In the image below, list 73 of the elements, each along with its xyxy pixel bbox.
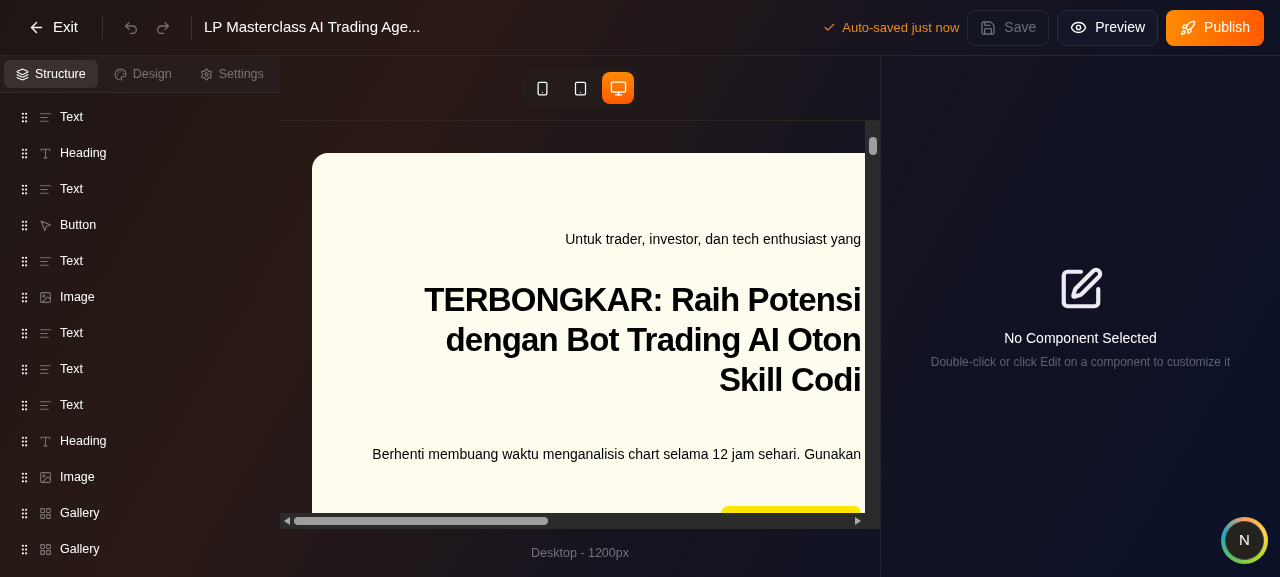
panel-tab[interactable]: Design bbox=[101, 60, 184, 88]
structure-item[interactable]: Text bbox=[0, 351, 280, 387]
body-text: Berhenti membuang waktu menganalisis chart selama 12 jam sehari. Gunakan bbox=[372, 445, 861, 464]
structure-label: Button bbox=[60, 216, 97, 234]
lines-icon bbox=[39, 182, 52, 196]
structure-item[interactable]: Image bbox=[0, 279, 280, 315]
eye-icon bbox=[1070, 19, 1088, 36]
lines-icon bbox=[39, 398, 52, 412]
exit-button[interactable]: Exit bbox=[16, 10, 90, 45]
lines-icon bbox=[39, 362, 52, 376]
structure-label: Image bbox=[60, 288, 95, 306]
structure-label: Text bbox=[60, 324, 83, 342]
undo-icon bbox=[123, 19, 139, 36]
structure-label: Text bbox=[60, 180, 83, 198]
horizontal-scrollbar[interactable] bbox=[280, 513, 865, 529]
inspector-title: No Component Selected bbox=[1004, 329, 1157, 348]
redo-icon bbox=[155, 19, 171, 36]
grid-icon bbox=[39, 542, 52, 556]
layers-icon bbox=[16, 67, 29, 81]
device-button[interactable] bbox=[602, 72, 634, 104]
structure-item[interactable]: Gallery bbox=[0, 531, 280, 567]
structure-item[interactable]: Text bbox=[0, 243, 280, 279]
lines-icon bbox=[39, 326, 52, 340]
structure-item[interactable]: Button bbox=[0, 207, 280, 243]
save-icon bbox=[980, 19, 997, 36]
tablet-icon bbox=[572, 80, 588, 96]
avatar[interactable]: N bbox=[1221, 517, 1268, 564]
structure-label: Gallery bbox=[60, 504, 100, 522]
structure-item[interactable]: Text bbox=[0, 171, 280, 207]
avatar-initial: N bbox=[1239, 530, 1250, 551]
structure-label: Text bbox=[60, 396, 83, 414]
structure-item[interactable]: Text bbox=[0, 99, 280, 135]
vertical-scrollbar[interactable] bbox=[865, 121, 880, 529]
image-icon bbox=[39, 290, 52, 304]
structure-item[interactable]: Image bbox=[0, 459, 280, 495]
lines-icon bbox=[39, 110, 52, 124]
page-title: LP Masterclass AI Trading Age... bbox=[204, 17, 421, 38]
palette-icon bbox=[113, 67, 127, 81]
scroll-right-icon[interactable] bbox=[855, 517, 861, 525]
structure-item[interactable]: Heading bbox=[0, 423, 280, 459]
structure-label: Text bbox=[60, 360, 83, 378]
pointer-icon bbox=[39, 218, 52, 232]
structure-label: Heading bbox=[60, 144, 107, 162]
rocket-icon bbox=[1180, 19, 1197, 36]
autosave-status: Auto-saved just now bbox=[842, 18, 960, 37]
headline-text: Skill Codi bbox=[718, 360, 861, 400]
headline-text: dengan Bot Trading AI Oton bbox=[445, 320, 861, 360]
structure-item[interactable]: Heading bbox=[0, 135, 280, 171]
panel-tab[interactable]: Structure bbox=[4, 60, 98, 88]
structure-item[interactable]: Text bbox=[0, 315, 280, 351]
preview-button[interactable]: Preview bbox=[1057, 9, 1159, 46]
structure-label: Image bbox=[60, 468, 95, 486]
scroll-left-icon[interactable] bbox=[284, 517, 290, 525]
structure-item[interactable]: Text bbox=[0, 387, 280, 423]
structure-item[interactable]: Gallery bbox=[0, 495, 280, 531]
grid-icon bbox=[39, 506, 52, 520]
viewport-label: Desktop - 1200px bbox=[531, 544, 629, 562]
structure-label: Text bbox=[60, 108, 83, 126]
tagline-text: Untuk trader, investor, dan tech enthusiast yang bbox=[565, 230, 861, 249]
check-icon bbox=[823, 21, 837, 34]
structure-label: Gallery bbox=[60, 540, 100, 558]
type-icon bbox=[39, 146, 52, 160]
monitor-icon bbox=[609, 79, 627, 97]
panel-tab[interactable]: Settings bbox=[187, 60, 276, 88]
image-icon bbox=[39, 470, 52, 484]
settings-icon bbox=[199, 67, 213, 81]
inspector-hint: Double-click or click Edit on a component to customize it bbox=[930, 354, 1231, 371]
lines-icon bbox=[39, 254, 52, 268]
type-icon bbox=[39, 434, 52, 448]
structure-label: Heading bbox=[60, 432, 107, 450]
phone-icon bbox=[534, 80, 550, 96]
headline-text: TERBONGKAR: Raih Potensi bbox=[424, 280, 861, 320]
structure-label: Text bbox=[60, 252, 83, 270]
